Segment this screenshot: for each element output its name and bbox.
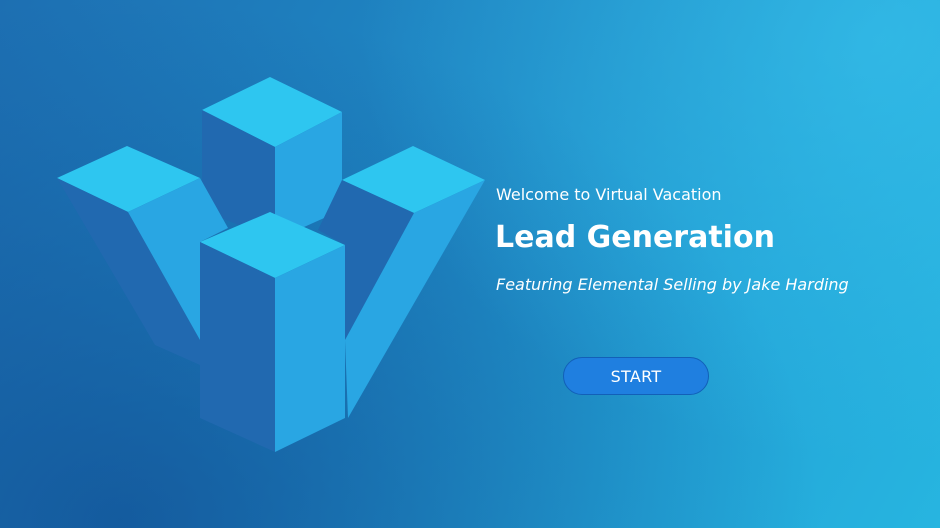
- title-screen: Welcome to Virtual Vacation Lead Generat…: [0, 0, 940, 528]
- welcome-text: Welcome to Virtual Vacation: [496, 185, 722, 204]
- start-button[interactable]: START: [563, 357, 709, 395]
- stacked-cubes-v-logo-icon: [57, 77, 485, 452]
- subtitle: Featuring Elemental Selling by Jake Hard…: [496, 275, 849, 294]
- start-button-label: START: [610, 366, 662, 386]
- page-title: Lead Generation: [495, 220, 775, 255]
